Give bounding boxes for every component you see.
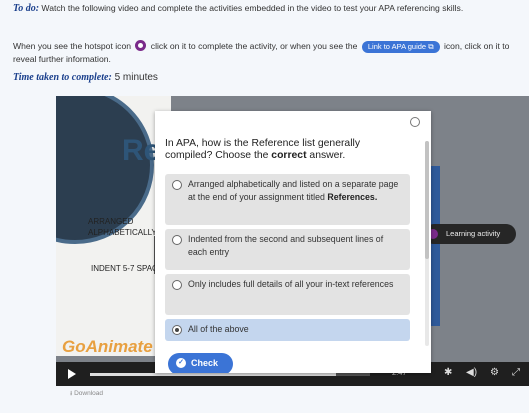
answer-option-4[interactable]: All of the above xyxy=(165,319,410,341)
fullscreen-icon[interactable]: ⤢ xyxy=(512,367,520,378)
question-end: answer. xyxy=(309,150,346,161)
quiz-modal: In APA, how is the Reference list genera… xyxy=(155,111,431,373)
settings-icon[interactable]: ✱ xyxy=(444,367,452,378)
gear-icon[interactable]: ⚙ xyxy=(490,367,499,378)
hotspot-icon xyxy=(135,40,147,51)
radio-button[interactable] xyxy=(172,235,182,245)
download-icon: ⭳ xyxy=(70,390,73,397)
hotspot-instructions: When you see the hotspot icon click on i… xyxy=(13,40,527,66)
page: To do: Watch the following video and com… xyxy=(0,0,529,413)
time-label: Time taken to complete: xyxy=(13,72,112,83)
seek-bar[interactable] xyxy=(90,373,370,376)
check-button[interactable]: ✓ Check xyxy=(168,353,233,373)
radio-button[interactable] xyxy=(172,180,182,190)
apa-guide-label: Link to APA guide xyxy=(367,42,427,51)
option-bold: References. xyxy=(327,192,378,202)
modal-scrollbar[interactable] xyxy=(425,141,429,346)
time-to-complete: Time taken to complete: 5 minutes xyxy=(13,72,158,83)
close-icon[interactable] xyxy=(410,117,420,127)
play-icon[interactable] xyxy=(68,369,76,379)
answer-option-3[interactable]: Only includes full details of all your i… xyxy=(165,274,410,315)
hotspot-middle: click on it to complete the activity, or… xyxy=(150,41,358,51)
seek-bar-progress xyxy=(90,373,337,376)
todo-text: Watch the following video and complete t… xyxy=(41,3,464,13)
todo-instructions: To do: Watch the following video and com… xyxy=(13,2,525,15)
check-label: Check xyxy=(191,358,219,368)
question-emphasis: correct xyxy=(271,150,307,161)
option-text: All of the above xyxy=(188,324,249,334)
download-label: Download xyxy=(74,390,104,397)
scrollbar-thumb[interactable] xyxy=(425,141,429,259)
checkmark-icon: ✓ xyxy=(176,358,186,368)
answer-option-2[interactable]: Indented from the second and subsequent … xyxy=(165,229,410,270)
quiz-question: In APA, how is the Reference list genera… xyxy=(165,138,390,162)
todo-label: To do: xyxy=(13,3,40,14)
radio-button[interactable] xyxy=(172,280,182,290)
option-text: Indented from the second and subsequent … xyxy=(188,234,384,257)
radio-button-selected[interactable] xyxy=(172,325,182,335)
time-value: 5 minutes xyxy=(114,72,158,83)
answer-option-1[interactable]: Arranged alphabetically and listed on a … xyxy=(165,174,410,225)
apa-guide-link[interactable]: Link to APA guide ⧉ xyxy=(361,41,440,53)
external-link-icon: ⧉ xyxy=(428,42,434,51)
learning-activity-label: Learning activity xyxy=(446,229,501,238)
volume-icon[interactable]: ◀) xyxy=(466,367,477,378)
video-brand-logo: GoAnimate xyxy=(62,337,153,356)
hotspot-prefix: When you see the hotspot icon xyxy=(13,41,132,51)
option-text: Arranged alphabetically and listed on a … xyxy=(188,178,403,204)
option-text: Only includes full details of all your i… xyxy=(188,279,394,289)
learning-activity-hotspot[interactable]: Learning activity xyxy=(424,224,516,244)
download-link[interactable]: ⭳ Download xyxy=(70,389,103,400)
